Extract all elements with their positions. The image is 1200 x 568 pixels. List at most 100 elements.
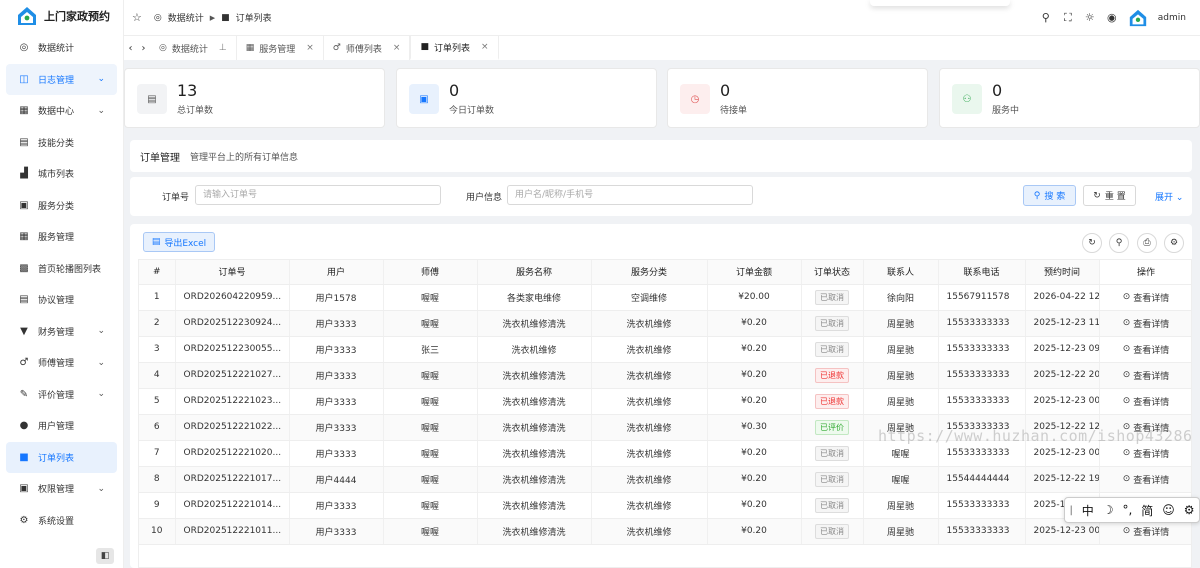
column-header[interactable]: 师傅 [383,260,478,285]
cell-phone: 15533333333 [938,336,1026,363]
view-detail-button[interactable]: ⊙查看详情 [1123,473,1170,486]
star-icon[interactable]: ☆ [132,11,142,24]
tab-service[interactable]: ▦ 服务管理 × [237,36,324,60]
print-button[interactable]: ⎙ [1137,233,1157,253]
column-settings-button[interactable]: ⚙ [1164,233,1184,253]
sidebar-item-finance[interactable]: ▼ 财务管理 ⌄ [6,316,117,348]
cell-category: 洗衣机维修 [591,362,708,389]
view-detail-button[interactable]: ⊙查看详情 [1123,447,1170,460]
view-detail-button[interactable]: ⊙查看详情 [1123,395,1170,408]
tab-prev-icon[interactable]: ‹ [124,36,137,60]
cell-user: 用户4444 [289,466,384,493]
dropdown-popover [870,0,1010,6]
view-detail-button[interactable]: ⊙查看详情 [1123,369,1170,382]
header-actions: ⚲ ⛶ ☼ ◉ admin [1040,0,1186,35]
sidebar-item-service-category[interactable]: ▣ 服务分类 [6,190,117,222]
tab-order[interactable]: ■ 订单列表 × [410,36,499,60]
close-icon[interactable]: × [306,43,314,53]
tab-worker[interactable]: ♂ 师傅列表 × [324,36,411,60]
sidebar-item-permission[interactable]: ▣ 权限管理 ⌄ [6,473,117,505]
column-header[interactable]: # [139,260,176,285]
sidebar-item-city[interactable]: ▟ 城市列表 [6,158,117,190]
info-icon: ⊙ [1122,344,1131,354]
ime-button[interactable]: ☽ [1103,503,1114,517]
sidebar-item-review[interactable]: ✎ 评价管理 ⌄ [6,379,117,411]
column-header[interactable]: 订单号 [175,260,290,285]
order-no-text: ORD202512221017... [183,474,282,484]
sidebar-item-user[interactable]: ● 用户管理 [6,410,117,442]
column-header[interactable]: 操作 [1099,260,1191,285]
sidebar-item-settings[interactable]: ⚙ 系统设置 [6,505,117,537]
breadcrumb-item-dashboard[interactable]: 数据统计 [168,11,204,24]
order-no-input[interactable] [195,185,441,205]
breadcrumb-item-orders: 订单列表 [235,14,272,24]
sidebar-item-image[interactable]: ▩ 首页轮播图列表 [6,253,117,285]
ime-button[interactable]: 中 [1082,502,1094,519]
tab-dashboard[interactable]: ◎ 数据统计 ⊥ [150,36,237,60]
search-icon: ⚲ [1115,238,1123,248]
ime-button[interactable]: 简 [1141,502,1153,519]
column-header[interactable]: 服务名称 [477,260,592,285]
info-icon: ⊙ [1122,318,1131,328]
user-info-input[interactable] [507,185,753,205]
sidebar-item-service[interactable]: ▦ 服务管理 [6,221,117,253]
status-badge: 已取消 [815,315,849,331]
pin-icon[interactable]: ⊥ [219,43,227,53]
view-detail-button[interactable]: ⊙查看详情 [1123,291,1170,304]
column-header[interactable]: 用户 [289,260,384,285]
username[interactable]: admin [1158,13,1186,23]
column-header[interactable]: 预约时间 [1025,260,1100,285]
close-icon[interactable]: × [481,42,489,52]
column-header[interactable]: 联系电话 [938,260,1026,285]
ime-handle-icon[interactable]: | [1069,505,1072,516]
cell-worker: 喔喔 [383,388,478,415]
reset-button[interactable]: ↻ 重 置 [1083,185,1136,206]
column-header[interactable]: 服务分类 [591,260,708,285]
sidebar-item-dashboard[interactable]: ◎ 数据统计 [6,32,117,64]
ime-button[interactable]: °, [1122,503,1132,517]
cell-contact: 周星驰 [863,388,939,415]
cell-contact: 周星驰 [863,336,939,363]
cell-order-no: ORD202512221017... [175,466,290,493]
refresh-button[interactable]: ↻ [1082,233,1102,253]
github-icon[interactable]: ◉ [1106,11,1118,24]
fullscreen-icon[interactable]: ⛶ [1062,11,1074,24]
column-header[interactable]: 联系人 [863,260,939,285]
export-excel-button[interactable]: ▤ 导出Excel [143,232,215,252]
app-logo[interactable]: 上门家政预约 [0,0,123,32]
ime-button[interactable]: ⚙ [1184,503,1195,517]
sidebar-collapse-button[interactable]: ◧ [96,548,114,564]
avatar[interactable] [1128,8,1148,28]
search-button[interactable]: ⚲ 搜 索 [1023,185,1076,206]
ime-toolbar: | 中 ☽ °, 简 ☺ ⚙ [1064,497,1200,523]
view-detail-button[interactable]: ⊙查看详情 [1123,525,1170,538]
sidebar-item-worker[interactable]: ♂ 师傅管理 ⌄ [6,347,117,379]
column-header[interactable]: 订单金额 [707,260,802,285]
sidebar-item-order[interactable]: ■ 订单列表 [6,441,117,473]
cell-status: 已退款 [801,362,864,389]
service-category-icon: ▣ [19,199,29,211]
column-header[interactable]: 订单状态 [801,260,864,285]
table-search-button[interactable]: ⚲ [1109,233,1129,253]
sidebar-item-document[interactable]: ▤ 协议管理 [6,284,117,316]
ime-button[interactable]: ☺ [1162,503,1175,517]
gear-icon: ⚙ [1169,238,1179,248]
chevron-down-icon: ⌄ [97,326,105,337]
sidebar-item-skill[interactable]: ▤ 技能分类 [6,127,117,159]
tab-next-icon[interactable]: › [137,36,150,60]
search-icon[interactable]: ⚲ [1040,11,1052,24]
info-icon: ⊙ [1122,370,1131,380]
expand-filters-link[interactable]: 展开 ⌄ [1155,190,1183,203]
cell-idx: 1 [139,284,176,311]
cell-status: 已取消 [801,492,864,519]
view-detail-button[interactable]: ⊙查看详情 [1123,317,1170,330]
log-icon: ◫ [19,73,29,85]
sidebar-item-data-center[interactable]: ▦ 数据中心 ⌄ [6,95,117,127]
sidebar-item-log[interactable]: ◫ 日志管理 ⌄ [6,63,117,95]
view-detail-button[interactable]: ⊙查看详情 [1123,343,1170,356]
stat-value: 0 [720,81,731,100]
theme-sun-icon[interactable]: ☼ [1084,11,1096,24]
close-icon[interactable]: × [393,43,401,53]
info-icon: ⊙ [1122,526,1131,536]
cell-phone: 15533333333 [938,362,1026,389]
